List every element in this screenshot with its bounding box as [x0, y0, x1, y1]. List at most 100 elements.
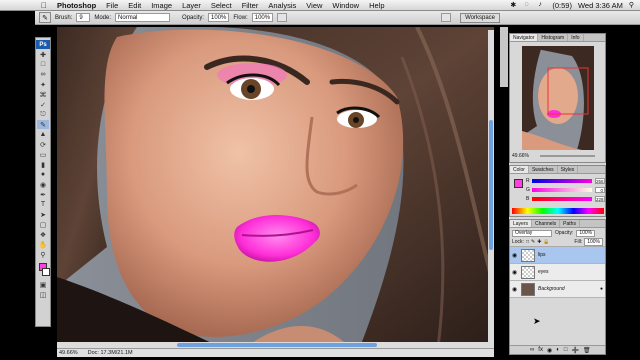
battery-status[interactable]: (0:59)	[552, 1, 572, 10]
brush-picker[interactable]: 9	[76, 13, 91, 22]
type-tool-icon[interactable]: T	[37, 200, 49, 209]
layer-row[interactable]: ◉ eyes	[510, 264, 605, 281]
clone-stamp-tool-icon[interactable]: ▲	[37, 130, 49, 139]
shape-tool-icon[interactable]: ▢	[37, 220, 49, 229]
tab-navigator[interactable]: Navigator	[510, 34, 539, 41]
layer-mask-icon[interactable]: ◉	[547, 347, 552, 354]
collapsed-panel-strip[interactable]	[500, 27, 508, 87]
link-layers-icon[interactable]: ∞	[530, 347, 534, 353]
zoom-tool-icon[interactable]: ⚲	[37, 250, 49, 259]
screen-mode-icon[interactable]: ◫	[37, 290, 49, 299]
menu-select[interactable]: Select	[206, 1, 237, 10]
blue-value[interactable]: 228	[595, 196, 605, 202]
navigator-zoom[interactable]: 49.66%	[512, 153, 529, 159]
toggle-brushes-panel-button[interactable]	[441, 13, 452, 22]
color-spectrum-ramp[interactable]	[512, 208, 604, 214]
lock-pixels-icon[interactable]: ✎	[531, 239, 535, 245]
menu-photoshop[interactable]: Photoshop	[52, 1, 101, 10]
apple-menu-icon[interactable]: 	[36, 1, 52, 10]
eye-icon[interactable]: ◉	[512, 286, 518, 293]
eraser-tool-icon[interactable]: ▭	[37, 150, 49, 159]
lock-position-icon[interactable]: ✚	[537, 239, 541, 245]
blur-tool-icon[interactable]: ●	[37, 170, 49, 179]
bluetooth-icon[interactable]: ✱	[510, 1, 518, 9]
menu-image[interactable]: Image	[146, 1, 177, 10]
healing-tool-icon[interactable]: ⎋	[37, 110, 49, 119]
blend-mode-dropdown[interactable]: Overlay	[512, 229, 552, 237]
history-brush-tool-icon[interactable]: ⟳	[37, 140, 49, 149]
tab-paths[interactable]: Paths	[560, 220, 580, 227]
red-slider[interactable]	[532, 179, 592, 183]
3d-tool-icon[interactable]: ❖	[37, 230, 49, 239]
tab-layers[interactable]: Layers	[510, 220, 533, 227]
crop-tool-icon[interactable]: ⌘	[37, 90, 49, 99]
tool-preset-picker[interactable]: ✎	[39, 12, 51, 23]
wifi-icon[interactable]: ◌	[524, 1, 532, 9]
move-tool-icon[interactable]: ✚	[37, 50, 49, 59]
layer-row[interactable]: ◉ lips	[510, 247, 605, 264]
trash-icon[interactable]: 🗑	[583, 347, 591, 354]
airbrush-button[interactable]	[277, 13, 288, 22]
mode-dropdown[interactable]: Normal	[115, 13, 171, 22]
path-selection-tool-icon[interactable]: ➤	[37, 210, 49, 219]
canvas-vertical-scrollbar[interactable]	[488, 30, 494, 348]
navigator-zoom-slider[interactable]	[540, 155, 595, 157]
document-canvas[interactable]	[57, 27, 494, 355]
quick-mask-icon[interactable]: ▣	[37, 280, 49, 289]
new-group-icon[interactable]: □	[564, 347, 568, 353]
tab-color[interactable]: Color	[510, 166, 529, 173]
menu-window[interactable]: Window	[327, 1, 364, 10]
lock-transparency-icon[interactable]: □	[526, 239, 529, 245]
pen-tool-icon[interactable]: ✒	[37, 190, 49, 199]
layer-name[interactable]: Background	[538, 286, 565, 292]
new-layer-icon[interactable]: ➕	[571, 347, 578, 354]
layer-opacity-input[interactable]: 100%	[576, 229, 596, 237]
spotlight-icon[interactable]: ⚲	[629, 1, 634, 9]
navigator-thumbnail[interactable]	[522, 46, 594, 150]
layer-name[interactable]: lips	[538, 252, 546, 258]
flow-input[interactable]: 100%	[251, 13, 274, 22]
workspace-dropdown[interactable]: Workspace	[460, 12, 500, 23]
opacity-input[interactable]: 100%	[208, 13, 230, 22]
color-panel-foreground-swatch[interactable]	[514, 179, 523, 188]
brush-tool-icon[interactable]: ✎	[37, 120, 49, 129]
gradient-tool-icon[interactable]: ▮	[37, 160, 49, 169]
layer-name[interactable]: eyes	[538, 269, 549, 275]
marquee-tool-icon[interactable]: □	[37, 60, 49, 69]
lock-all-icon[interactable]: 🔒	[543, 239, 549, 245]
menu-edit[interactable]: Edit	[123, 1, 146, 10]
adjustment-layer-icon[interactable]: ◐	[556, 347, 560, 353]
tab-histogram[interactable]: Histogram	[538, 34, 569, 41]
blue-slider[interactable]	[532, 197, 592, 201]
horizontal-scroll-thumb[interactable]	[177, 343, 377, 347]
eye-icon[interactable]: ◉	[512, 252, 518, 259]
lasso-tool-icon[interactable]: ∞	[37, 70, 49, 79]
document-size[interactable]: Doc: 17.3M/21.1M	[88, 350, 133, 356]
tab-styles[interactable]: Styles	[558, 166, 579, 173]
tab-channels[interactable]: Channels	[532, 220, 561, 227]
vertical-scroll-thumb[interactable]	[489, 120, 493, 250]
green-slider[interactable]	[532, 188, 592, 192]
green-value[interactable]: 0	[595, 187, 605, 193]
hand-tool-icon[interactable]: ✋	[37, 240, 49, 249]
layer-style-icon[interactable]: fx	[538, 347, 543, 353]
menu-view[interactable]: View	[301, 1, 327, 10]
red-value[interactable]: 255	[595, 178, 605, 184]
eye-icon[interactable]: ◉	[512, 269, 518, 276]
menu-file[interactable]: File	[101, 1, 123, 10]
menu-clock[interactable]: Wed 3:36 AM	[578, 1, 623, 10]
menu-layer[interactable]: Layer	[177, 1, 206, 10]
dodge-tool-icon[interactable]: ◉	[37, 180, 49, 189]
menu-analysis[interactable]: Analysis	[263, 1, 301, 10]
tab-info[interactable]: Info	[568, 34, 584, 41]
quick-select-tool-icon[interactable]: ✦	[37, 80, 49, 89]
tab-swatches[interactable]: Swatches	[529, 166, 558, 173]
eyedropper-tool-icon[interactable]: ✓	[37, 100, 49, 109]
zoom-readout[interactable]: 49.66%	[59, 350, 78, 356]
fill-input[interactable]: 100%	[584, 238, 603, 246]
layer-row[interactable]: ◉ Background ●	[510, 281, 605, 298]
volume-icon[interactable]: ♪	[538, 1, 546, 9]
menu-filter[interactable]: Filter	[237, 1, 264, 10]
menu-help[interactable]: Help	[364, 1, 389, 10]
background-color-swatch[interactable]	[42, 268, 50, 276]
